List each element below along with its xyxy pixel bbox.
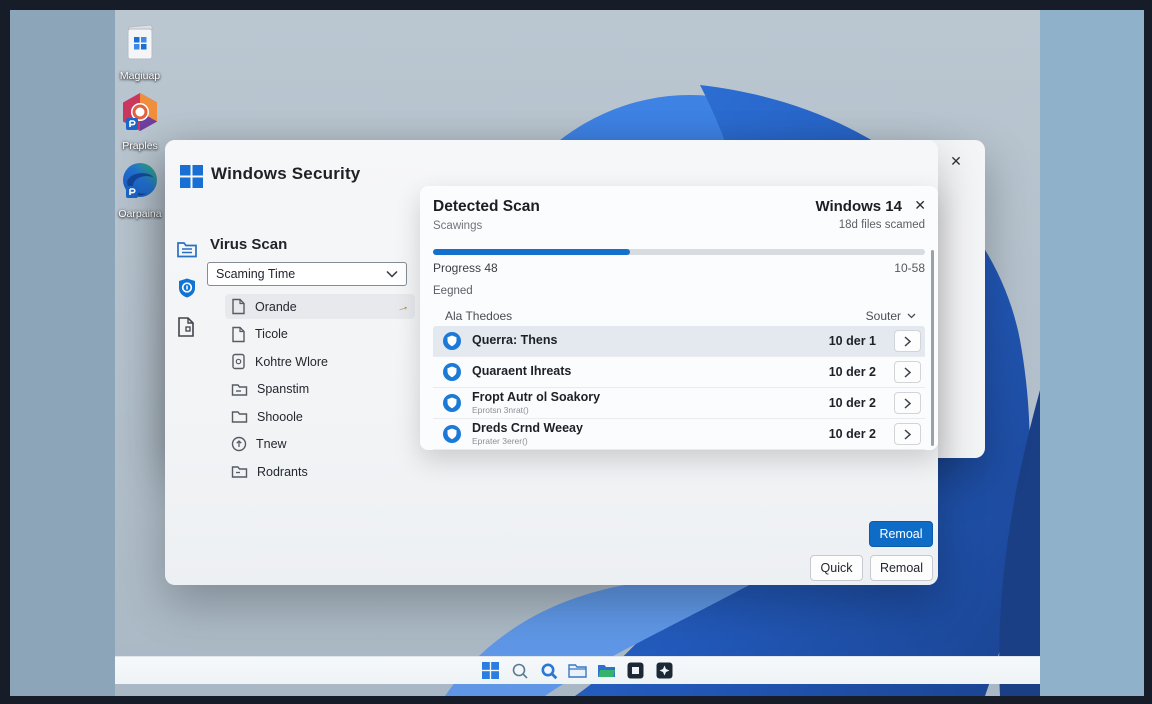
threat-shield-icon — [442, 362, 462, 382]
sort-dropdown[interactable]: Souter — [866, 309, 916, 323]
panel-scrollbar[interactable] — [931, 250, 934, 446]
remove-secondary-button[interactable]: Remoal — [870, 555, 933, 581]
edge-browser-icon — [119, 160, 161, 202]
sidebar-item-spanstim[interactable]: Spanstim — [225, 377, 415, 402]
remove-primary-button[interactable]: Remoal — [869, 521, 933, 547]
folder-minus-icon — [231, 382, 248, 397]
expand-chevron-button[interactable] — [894, 423, 921, 445]
search-bold-icon[interactable] — [539, 661, 559, 681]
expand-chevron-button[interactable] — [894, 330, 921, 352]
threat-shield-icon — [442, 393, 462, 413]
sidebar-item-kohtre-wlore[interactable]: Kohtre Wlore — [225, 349, 415, 374]
taskbar — [115, 656, 1040, 684]
close-button[interactable]: ✕ — [945, 150, 967, 172]
app-box-icon — [117, 18, 163, 64]
selected-arrow-icon: → — [394, 297, 411, 315]
threat-shield-icon — [442, 424, 462, 444]
search-icon[interactable] — [510, 661, 530, 681]
threat-row[interactable]: Fropt Autr ol SoakoryEprotsn 3nrat() 10 … — [433, 388, 925, 419]
wallpaper-right-strip — [1040, 10, 1144, 696]
scan-progress-fill — [433, 249, 630, 255]
detected-scan-panel: Detected Scan Scawings Windows 14 ✕ 18d … — [420, 186, 938, 450]
chevron-right-icon — [904, 336, 911, 347]
progress-time-label: 10-58 — [894, 261, 925, 275]
files-scanned-label: 18d files scamed — [839, 219, 925, 231]
threat-row[interactable]: Dreds Crnd WeeayEprater 3erer() 10 der 2 — [433, 419, 925, 450]
wallpaper-left-strip — [10, 10, 115, 696]
file-icon — [231, 326, 246, 343]
expand-chevron-button[interactable] — [894, 392, 921, 414]
sidebar-item-shooole[interactable]: Shooole — [225, 404, 415, 429]
file-badge-icon — [231, 353, 246, 370]
threat-list-header: Ala Thedoes — [445, 309, 512, 323]
chevron-right-icon — [904, 398, 911, 409]
panel-subtitle: Scawings — [433, 220, 482, 232]
chevron-down-icon — [386, 270, 398, 278]
threat-shield-icon — [442, 331, 462, 351]
dropdown-value: Scaming Time — [216, 267, 386, 281]
sidebar-item-ticole[interactable]: Ticole — [225, 322, 415, 347]
windows-security-logo-icon — [180, 165, 203, 193]
sidebar-item-rodrants[interactable]: Rodrants — [225, 459, 415, 484]
desktop-icon-oarpaina[interactable]: Oarpaina — [108, 160, 172, 220]
section-label: Eegned — [433, 285, 473, 297]
windows-start-icon[interactable] — [481, 661, 501, 681]
sidebar-item-orande[interactable]: Orande → — [225, 294, 415, 319]
panel-close-icon[interactable]: ✕ — [914, 197, 926, 214]
sidebar-item-tnew[interactable]: Tnew — [225, 432, 415, 457]
chevron-down-icon — [907, 313, 916, 319]
hexagon-app-icon — [118, 90, 162, 134]
desktop-icon-label: Oarpaina — [108, 208, 172, 220]
panel-os-label: Windows 14 — [815, 198, 902, 215]
threat-row[interactable]: Querra: Thens 10 der 1 — [433, 326, 925, 357]
chevron-right-icon — [904, 367, 911, 378]
document-icon[interactable] — [176, 316, 196, 343]
quick-button[interactable]: Quick — [810, 555, 863, 581]
folder-list-icon[interactable] — [176, 239, 198, 264]
dark-square-app-icon[interactable] — [626, 661, 646, 681]
threat-row[interactable]: Quaraent Ihreats 10 der 2 — [433, 357, 925, 388]
sidebar-section-title: Virus Scan — [210, 236, 287, 253]
file-icon — [231, 298, 246, 315]
desktop-icon-label: Praples — [108, 140, 172, 152]
desktop-icon-magiuap[interactable]: Magiuap — [108, 18, 172, 82]
expand-chevron-button[interactable] — [894, 361, 921, 383]
folder-icon — [231, 409, 248, 424]
folder-green-icon[interactable] — [597, 661, 617, 681]
sidebar-list: Orande → Ticole Kohtre Wlore Spanstim Sh… — [225, 294, 415, 487]
file-explorer-icon[interactable] — [568, 661, 588, 681]
panel-title: Detected Scan — [433, 198, 540, 216]
folder-tab-icon — [231, 464, 248, 479]
shield-security-icon[interactable] — [176, 277, 198, 304]
desktop: Magiuap Praples Oarpaina — [10, 10, 1144, 696]
window-title: Windows Security — [211, 164, 360, 184]
threat-list: Querra: Thens 10 der 1 Quaraent Ihreats … — [433, 326, 925, 450]
scan-progress-track — [433, 249, 925, 255]
chevron-right-icon — [904, 429, 911, 440]
circle-arrow-icon — [231, 436, 247, 452]
dark-star-app-icon[interactable] — [655, 661, 675, 681]
progress-label: Progress 48 — [433, 261, 498, 275]
desktop-icon-praples[interactable]: Praples — [108, 90, 172, 152]
desktop-icon-label: Magiuap — [108, 70, 172, 82]
scan-type-dropdown[interactable]: Scaming Time — [207, 262, 407, 286]
